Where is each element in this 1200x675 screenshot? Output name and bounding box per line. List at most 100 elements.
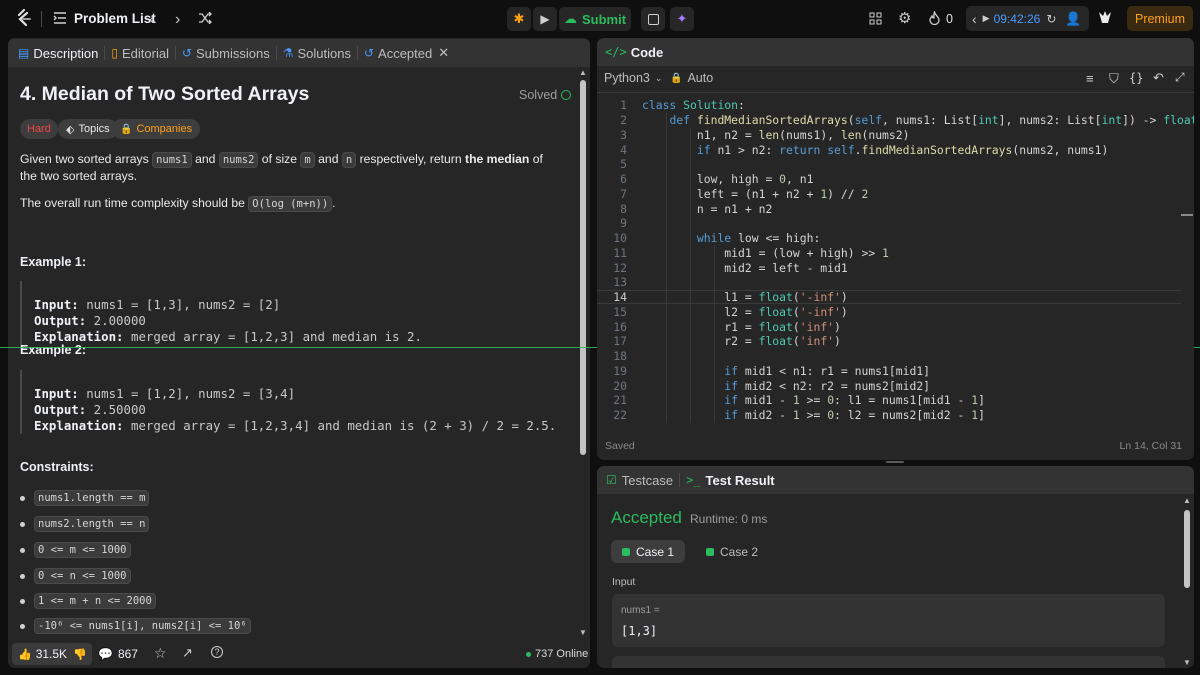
reset-icon[interactable]: ↶ [1153,70,1164,86]
fullscreen-icon[interactable]: ⤢ [1175,70,1185,85]
code-line[interactable]: 4 if n1 > n2: return self.findMedianSort… [597,142,1181,157]
solved-label: Solved [519,88,558,102]
debug-button[interactable]: ✱ [507,7,531,31]
scroll-marker [1181,214,1193,216]
code-line[interactable]: 10 while low <= high: [597,231,1181,246]
scroll-up-icon[interactable]: ▲ [1183,496,1191,505]
code-line[interactable]: 18 [597,349,1181,364]
code-line[interactable]: 8 n = n1 + n2 [597,201,1181,216]
format-icon[interactable]: ≡ [1086,71,1094,86]
output-value: 2.50000 [86,402,146,417]
case-2-label: Case 2 [719,544,759,559]
constraint-code: nums2.length == n [34,516,150,532]
code-line[interactable]: 20 if mid2 < n2: r2 = nums2[mid2] [597,378,1181,393]
play-icon: ▶ [540,12,550,26]
leetcode-logo-icon[interactable] [16,9,32,28]
topics-tag[interactable]: ⬖ Topics [58,119,118,139]
help-icon[interactable]: ? [211,646,223,658]
prev-problem-icon[interactable]: ‹ [149,11,154,29]
scrollbar-thumb[interactable] [1184,510,1190,588]
code-line[interactable]: 2 def findMedianSortedArrays(self, nums1… [597,113,1194,128]
ai-assist-button[interactable]: ✦ [670,7,694,31]
case-2-tab[interactable]: Case 2 [695,540,769,563]
settings-gear-icon[interactable]: ⚙ [898,9,911,27]
code-line[interactable]: 21 if mid1 - 1 >= 0: l1 = nums1[mid1 - 1… [597,393,1181,408]
timer-reset-icon[interactable]: ↻ [1046,12,1056,26]
line-number: 12 [613,260,627,275]
like-button[interactable]: 👍 31.5K [12,643,74,665]
star-icon[interactable]: ☆ [154,645,167,662]
code-line[interactable]: 15 l2 = float('-inf') [597,305,1181,320]
dislike-button[interactable]: 👎 [68,643,92,665]
line-number: 15 [613,304,627,319]
panel-splitter-handle[interactable] [886,461,904,463]
problem-list-link[interactable]: Problem List [74,11,156,26]
auto-mode-toggle[interactable]: 🔒 Auto [670,71,713,85]
next-problem-icon[interactable]: › [175,11,180,29]
code-line[interactable]: 7 left = (n1 + n2 + 1) // 2 [597,187,1181,202]
code-line[interactable]: 13 [597,275,1181,290]
sparkle-icon: ✦ [676,11,688,26]
description-scrollbar[interactable]: ▲ ▼ [578,68,588,638]
desc-text: and [314,152,342,166]
code-line[interactable]: 6 low, high = 0, n1 [597,172,1181,187]
tab-test-result[interactable]: >_ Test Result [680,466,781,494]
result-scrollbar[interactable]: ▲ ▼ [1181,494,1193,668]
code-line[interactable]: 17 r2 = float('inf') [597,334,1181,349]
crown-avatar-icon[interactable] [1098,10,1112,26]
tab-submissions[interactable]: ↺ Submissions [176,39,276,67]
code-line[interactable]: 1 class Solution: [597,98,1181,113]
language-select[interactable]: Python3 ⌄ [604,71,662,85]
input-section-label: Input [612,576,636,588]
tab-solutions[interactable]: ⚗ Solutions [277,39,357,67]
timer-play-icon[interactable]: ▶ [983,13,990,24]
scroll-down-icon[interactable]: ▼ [1183,658,1191,667]
constraint-code: 0 <= m <= 1000 [34,542,131,558]
comments-button[interactable]: 💬 867 [98,643,138,665]
problem-list-icon[interactable] [53,12,67,24]
streak-flame-icon[interactable] [929,11,940,25]
tab-testcase[interactable]: ☑ Testcase [597,466,679,494]
tab-accepted[interactable]: ↺ Accepted ✕ [358,39,455,67]
desc-text: . [332,196,336,210]
scrollbar-thumb[interactable] [580,80,586,455]
tab-description[interactable]: ▤ Description [8,39,104,67]
premium-button[interactable]: Premium [1127,6,1193,31]
companies-tag[interactable]: 🔒 Companies [112,119,201,139]
code-line[interactable]: 19 if mid1 < n1: r1 = nums1[mid1] [597,364,1181,379]
run-button[interactable]: ▶ [533,7,557,31]
line-number: 5 [620,157,627,172]
tab-editorial[interactable]: ▯ Editorial [105,39,175,67]
braces-icon[interactable]: {} [1129,71,1143,85]
code-line[interactable]: 9 [597,216,1181,231]
shuffle-icon[interactable] [198,12,212,24]
code-line[interactable]: 16 r1 = float('inf') [597,319,1181,334]
share-icon[interactable]: ↗ [182,645,193,661]
line-code: mid2 = left - mid1 [642,260,848,275]
close-tab-icon[interactable]: ✕ [438,45,449,61]
timer-collapse-icon[interactable]: ‹ [972,11,977,27]
notes-button[interactable] [641,7,665,31]
bookmark-icon[interactable]: ⛉ [1109,71,1119,87]
line-code: low, high = 0, n1 [642,172,814,187]
code-line[interactable]: 22 if mid2 - 1 >= 0: l2 = nums2[mid2 - 1… [597,408,1181,423]
code-line[interactable]: 12 mid2 = left - mid1 [597,260,1181,275]
add-friend-icon[interactable]: 👤 [1065,11,1081,27]
code-line[interactable]: 3 n1, n2 = len(nums1), len(nums2) [597,128,1181,143]
input-var-value: [1,3] [621,624,658,638]
layout-icon[interactable] [869,12,882,25]
code-line[interactable]: 11 mid1 = (low + high) >> 1 [597,246,1181,261]
cloud-upload-icon: ☁ [563,11,577,26]
scroll-down-icon[interactable]: ▼ [579,628,587,637]
submit-button[interactable]: ☁ Submit [559,7,631,31]
editor-scrollbar[interactable] [1181,96,1194,426]
code-line[interactable]: 5 [597,157,1181,172]
timer-value: 09:42:26 [993,11,1041,26]
case-1-tab[interactable]: Case 1 [611,540,685,563]
constraint-item: nums2.length == n [20,516,150,532]
scroll-up-icon[interactable]: ▲ [579,68,587,77]
terminal-icon: >_ [686,473,701,487]
thumbs-up-icon: 👍 [18,648,32,661]
code-line[interactable]: 14 l1 = float('-inf') [597,289,1181,305]
line-code: l1 = float('-inf') [642,290,848,305]
